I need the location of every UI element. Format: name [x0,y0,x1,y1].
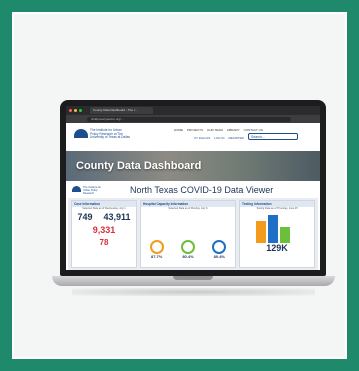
testing-information-panel[interactable]: Testing Information Testing Data as of T… [239,200,315,268]
nav-item-library[interactable]: LIBRARY [227,128,240,132]
testing-total-value: 129K [266,243,288,253]
dashboard-header: The Institute for Urban Policy Research … [68,183,318,198]
search-input[interactable]: Search... [248,133,298,140]
laptop-lid: County Data Dashboard - The I... childpo… [60,100,326,276]
gauge-value-2: 80.4% [182,254,194,259]
nav-item-ut-dallas[interactable]: UT DALLAS [194,136,210,140]
testing-bar-chart [250,213,304,243]
dashboard-title: North Texas COVID-19 Data Viewer [130,185,274,195]
testing-bar-blue [268,215,278,243]
maximize-window-icon[interactable] [79,109,82,112]
nav-item-home[interactable]: HOME [174,128,183,132]
laptop: County Data Dashboard - The I... childpo… [52,100,335,310]
hero-banner: County Data Dashboard [66,151,320,181]
nav-item-our-team[interactable]: OUR TEAM [207,128,223,132]
case-value-bottom: 78 [99,238,109,247]
case-information-panel[interactable]: Case Information Selected Data as of Wed… [71,200,137,268]
gauge-icon [180,240,195,254]
gauge-icon [149,240,164,254]
image-frame: County Data Dashboard - The I... childpo… [12,12,347,359]
laptop-screen: County Data Dashboard - The I... childpo… [66,106,320,270]
close-window-icon[interactable] [69,109,72,112]
gauge-value-1: 87.7% [150,254,163,259]
case-value-left: 749 [77,212,93,222]
laptop-notch [173,276,213,280]
dashboard-logo-text: The Institute for Urban Policy Research [83,186,102,195]
case-value-mid: 9,331 [92,225,116,235]
nav-item-contact-us[interactable]: CONTACT US [244,128,263,132]
institute-logo-text[interactable]: The Institute for Urban Policy Research … [90,128,130,140]
testing-bar-orange [256,221,266,243]
browser-tab-strip: County Data Dashboard - The I... [66,106,320,115]
secondary-nav: UT DALLAS LOG IN REGISTER [194,136,244,140]
browser-toolbar: childpovertyaction.org/... [66,115,320,123]
main-nav: HOME PROJECTS OUR TEAM LIBRARY CONTACT U… [174,128,263,132]
nav-item-log-in[interactable]: LOG IN [214,136,224,140]
nav-item-projects[interactable]: PROJECTS [187,128,203,132]
address-bar[interactable]: childpovertyaction.org/... [87,116,291,122]
case-value-right: 43,911 [103,212,131,222]
browser-tab[interactable]: County Data Dashboard - The I... [90,107,153,114]
page-title: County Data Dashboard [76,160,202,172]
dashboard-embed: The Institute for Urban Policy Research … [68,183,318,270]
gauge-value-3: 80.4% [213,254,225,259]
gauge-icon [212,240,227,254]
testing-panel-subtitle: Testing Data as of Thursday, June 25 [256,207,298,210]
minimize-window-icon[interactable] [74,109,77,112]
hospital-capacity-panel[interactable]: Hospital Capacity Information Selected D… [140,200,236,268]
laptop-shadow [72,288,315,296]
testing-bar-green [280,227,290,243]
dashboard-logo-icon [72,186,81,192]
nav-item-register[interactable]: REGISTER [228,136,243,140]
site-header: The Institute for Urban Policy Research … [66,123,320,151]
institute-logo-icon[interactable] [74,129,88,138]
